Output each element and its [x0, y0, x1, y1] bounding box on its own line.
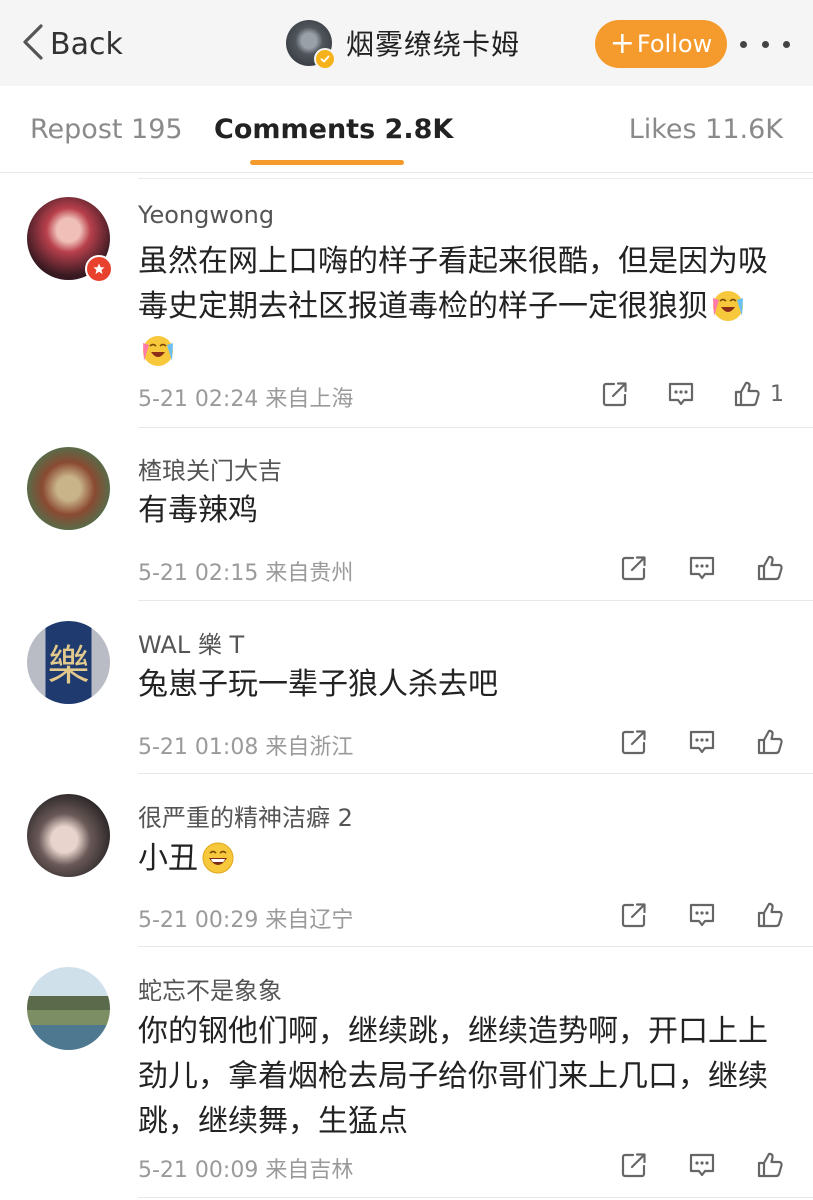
like-icon[interactable]: [755, 727, 785, 757]
divider: [138, 946, 813, 947]
comment-text: 兔崽子玩一辈子狼人杀去吧: [138, 667, 498, 702]
member-badge-icon: [85, 255, 113, 283]
plus-icon: +: [609, 26, 635, 61]
comment-meta: 5-21 01:08 来自浙江: [138, 735, 354, 760]
like-icon[interactable]: [755, 1150, 785, 1180]
comment-meta: 5-21 02:24 来自上海: [138, 387, 354, 412]
follow-button[interactable]: + Follow: [595, 20, 727, 68]
comment-icon[interactable]: [687, 900, 717, 930]
laughing-emoji-icon: [200, 840, 236, 876]
avatar[interactable]: [27, 794, 110, 877]
comment-text: 有毒辣鸡: [138, 493, 258, 528]
laugh-cry-emoji-icon: [140, 333, 176, 369]
like-icon[interactable]: [732, 379, 762, 409]
profile-name[interactable]: 烟雾缭绕卡姆: [346, 23, 520, 63]
like-count: 1: [770, 381, 784, 407]
comment-icon[interactable]: [687, 553, 717, 583]
divider: [138, 773, 813, 774]
like-icon[interactable]: [755, 553, 785, 583]
comment-text-segment: 毒史定期去社区报道毒检的样子一定很狼狈: [138, 289, 708, 324]
avatar[interactable]: [27, 967, 110, 1050]
comment-icon[interactable]: [687, 1150, 717, 1180]
comment-text-line: [138, 329, 788, 374]
tab-bar: Repost 195 Comments 2.8K Likes 11.6K: [0, 86, 813, 172]
comment-text-segment: 小丑: [138, 841, 198, 876]
avatar[interactable]: 樂: [27, 621, 110, 704]
tab-likes[interactable]: Likes 11.6K: [629, 114, 783, 145]
comment-meta: 5-21 00:09 来自吉林: [138, 1158, 354, 1183]
divider: [138, 178, 813, 179]
more-options-icon[interactable]: [740, 26, 790, 62]
comment-icon[interactable]: [687, 727, 717, 757]
comment-text-line: 劲儿，拿着烟枪去局子给你哥们来上几口，继续: [138, 1059, 768, 1094]
comment-username[interactable]: WAL 樂 T: [138, 625, 244, 660]
tab-comments[interactable]: Comments 2.8K: [214, 114, 453, 145]
comment-username[interactable]: Yeongwong: [138, 201, 274, 229]
profile-header[interactable]: 烟雾缭绕卡姆: [286, 18, 520, 70]
comment-text: 虽然在网上口嗨的样子看起来很酷，但是因为吸 毒史定期去社区报道毒检的样子一定很狼…: [138, 239, 788, 374]
comment-icon[interactable]: [666, 379, 696, 409]
comment-text: 小丑: [138, 836, 788, 881]
divider: [138, 600, 813, 601]
comment-text-line: 你的钢他们啊，继续跳，继续造势啊，开口上上: [138, 1014, 768, 1049]
comment-meta: 5-21 02:15 来自贵州: [138, 561, 354, 586]
comment-actions: [619, 551, 785, 585]
tabs-divider: [0, 172, 813, 173]
share-icon[interactable]: [600, 379, 630, 409]
avatar[interactable]: [286, 20, 336, 70]
verified-icon: [314, 48, 336, 70]
comment-text-line: 跳，继续舞，生猛点: [138, 1104, 408, 1139]
comment-username[interactable]: 很严重的精神洁癖 2: [138, 798, 353, 833]
avatar[interactable]: [27, 447, 110, 530]
like-icon[interactable]: [755, 900, 785, 930]
comment-actions: 1: [600, 377, 784, 411]
back-button[interactable]: Back: [20, 22, 123, 66]
divider: [138, 1197, 813, 1198]
comment-actions: [619, 898, 785, 932]
divider: [138, 427, 813, 428]
comment-username[interactable]: 蛇忘不是象象: [138, 971, 282, 1006]
tab-repost[interactable]: Repost 195: [30, 114, 183, 145]
comment-text-line: 虽然在网上口嗨的样子看起来很酷，但是因为吸: [138, 244, 768, 279]
share-icon[interactable]: [619, 1150, 649, 1180]
active-tab-indicator: [250, 160, 404, 165]
share-icon[interactable]: [619, 553, 649, 583]
share-icon[interactable]: [619, 727, 649, 757]
laugh-cry-emoji-icon: [710, 288, 746, 324]
comment-meta: 5-21 00:29 来自辽宁: [138, 908, 354, 933]
comment-username[interactable]: 楂琅关门大吉: [138, 451, 282, 486]
comment-actions: [619, 725, 785, 759]
comment-text-line: 毒史定期去社区报道毒检的样子一定很狼狈: [138, 284, 788, 329]
comment-text: 你的钢他们啊，继续跳，继续造势啊，开口上上 劲儿，拿着烟枪去局子给你哥们来上几口…: [138, 1009, 788, 1144]
follow-label: Follow: [636, 30, 713, 58]
chevron-left-icon: [20, 22, 46, 66]
top-navbar: Back 烟雾缭绕卡姆 + Follow: [0, 0, 813, 87]
back-label: Back: [50, 26, 123, 62]
share-icon[interactable]: [619, 900, 649, 930]
comment-actions: [619, 1148, 785, 1182]
